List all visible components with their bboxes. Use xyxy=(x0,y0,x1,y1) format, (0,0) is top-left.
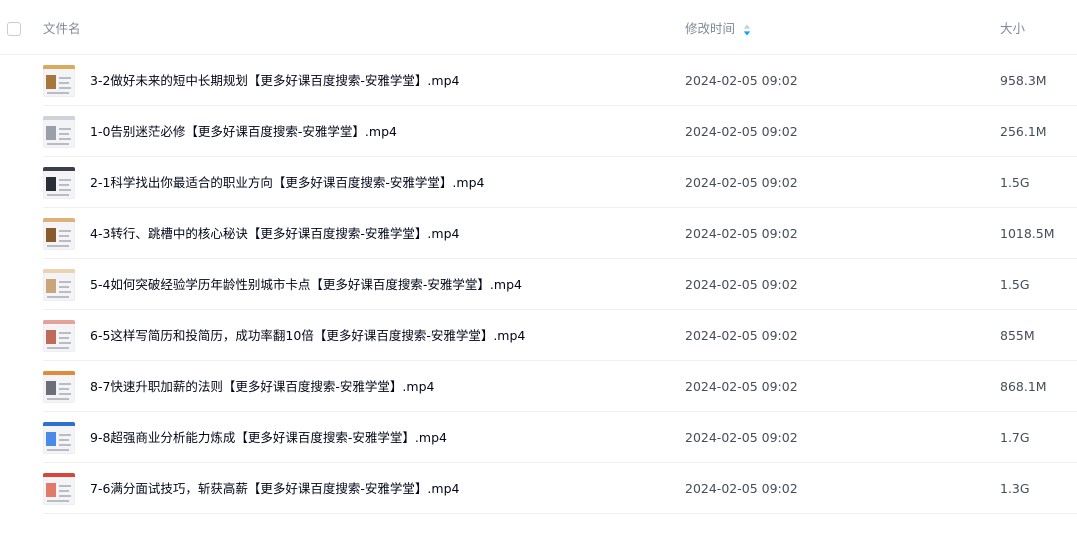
video-thumbnail-icon[interactable] xyxy=(43,65,75,97)
file-row[interactable]: 3-2做好未来的短中长期规划【更多好课百度搜索-安雅学堂】.mp4 2024-02… xyxy=(0,55,1077,106)
file-modified-time: 2024-02-05 09:02 xyxy=(685,328,798,343)
column-header-name[interactable]: 文件名 xyxy=(43,21,81,37)
file-size: 1.5G xyxy=(1000,277,1030,292)
file-name-link[interactable]: 7-6满分面试技巧，斩获高薪【更多好课百度搜索-安雅学堂】.mp4 xyxy=(90,480,459,497)
file-list-header: 文件名 修改时间 大小 xyxy=(0,0,1077,55)
sort-arrows-icon[interactable] xyxy=(743,24,751,36)
file-row[interactable]: 4-3转行、跳槽中的核心秘诀【更多好课百度搜索-安雅学堂】.mp4 2024-02… xyxy=(0,208,1077,259)
file-size: 1018.5M xyxy=(1000,226,1055,241)
file-name-link[interactable]: 6-5这样写简历和投简历，成功率翻10倍【更多好课百度搜索-安雅学堂】.mp4 xyxy=(90,327,525,344)
file-modified-time: 2024-02-05 09:02 xyxy=(685,175,798,190)
file-size: 855M xyxy=(1000,328,1035,343)
file-size: 1.3G xyxy=(1000,481,1030,496)
file-modified-time: 2024-02-05 09:02 xyxy=(685,124,798,139)
video-thumbnail-icon[interactable] xyxy=(43,473,75,505)
video-thumbnail-icon[interactable] xyxy=(43,218,75,250)
file-modified-time: 2024-02-05 09:02 xyxy=(685,277,798,292)
file-modified-time: 2024-02-05 09:02 xyxy=(685,226,798,241)
file-row[interactable]: 2-1科学找出你最适合的职业方向【更多好课百度搜索-安雅学堂】.mp4 2024-… xyxy=(0,157,1077,208)
video-thumbnail-icon[interactable] xyxy=(43,371,75,403)
video-thumbnail-icon[interactable] xyxy=(43,269,75,301)
file-size: 958.3M xyxy=(1000,73,1047,88)
file-name-link[interactable]: 4-3转行、跳槽中的核心秘诀【更多好课百度搜索-安雅学堂】.mp4 xyxy=(90,225,459,242)
file-name-link[interactable]: 2-1科学找出你最适合的职业方向【更多好课百度搜索-安雅学堂】.mp4 xyxy=(90,174,484,191)
file-row[interactable]: 6-5这样写简历和投简历，成功率翻10倍【更多好课百度搜索-安雅学堂】.mp4 2… xyxy=(0,310,1077,361)
column-header-size[interactable]: 大小 xyxy=(1000,21,1025,37)
video-thumbnail-icon[interactable] xyxy=(43,320,75,352)
select-all-checkbox[interactable] xyxy=(7,22,21,36)
file-list: 文件名 修改时间 大小 3-2做好未来的短中长期规划【更多好课百度搜索-安雅学堂… xyxy=(0,0,1077,539)
file-size: 868.1M xyxy=(1000,379,1047,394)
video-thumbnail-icon[interactable] xyxy=(43,167,75,199)
file-rows: 3-2做好未来的短中长期规划【更多好课百度搜索-安雅学堂】.mp4 2024-02… xyxy=(0,55,1077,514)
file-row[interactable]: 8-7快速升职加薪的法则【更多好课百度搜索-安雅学堂】.mp4 2024-02-0… xyxy=(0,361,1077,412)
file-row[interactable]: 5-4如何突破经验学历年龄性别城市卡点【更多好课百度搜索-安雅学堂】.mp4 20… xyxy=(0,259,1077,310)
video-thumbnail-icon[interactable] xyxy=(43,116,75,148)
file-size: 1.7G xyxy=(1000,430,1030,445)
file-row[interactable]: 7-6满分面试技巧，斩获高薪【更多好课百度搜索-安雅学堂】.mp4 2024-02… xyxy=(0,463,1077,514)
file-name-link[interactable]: 3-2做好未来的短中长期规划【更多好课百度搜索-安雅学堂】.mp4 xyxy=(90,72,459,89)
column-header-modified-time[interactable]: 修改时间 xyxy=(685,21,735,37)
file-size: 256.1M xyxy=(1000,124,1047,139)
file-size: 1.5G xyxy=(1000,175,1030,190)
file-name-link[interactable]: 8-7快速升职加薪的法则【更多好课百度搜索-安雅学堂】.mp4 xyxy=(90,378,434,395)
file-row[interactable]: 1-0告别迷茫必修【更多好课百度搜索-安雅学堂】.mp4 2024-02-05 0… xyxy=(0,106,1077,157)
video-thumbnail-icon[interactable] xyxy=(43,422,75,454)
file-name-link[interactable]: 5-4如何突破经验学历年龄性别城市卡点【更多好课百度搜索-安雅学堂】.mp4 xyxy=(90,276,522,293)
file-name-link[interactable]: 9-8超强商业分析能力炼成【更多好课百度搜索-安雅学堂】.mp4 xyxy=(90,429,447,446)
file-modified-time: 2024-02-05 09:02 xyxy=(685,430,798,445)
file-modified-time: 2024-02-05 09:02 xyxy=(685,481,798,496)
file-modified-time: 2024-02-05 09:02 xyxy=(685,73,798,88)
file-row[interactable]: 9-8超强商业分析能力炼成【更多好课百度搜索-安雅学堂】.mp4 2024-02-… xyxy=(0,412,1077,463)
file-name-link[interactable]: 1-0告别迷茫必修【更多好课百度搜索-安雅学堂】.mp4 xyxy=(90,123,397,140)
file-modified-time: 2024-02-05 09:02 xyxy=(685,379,798,394)
